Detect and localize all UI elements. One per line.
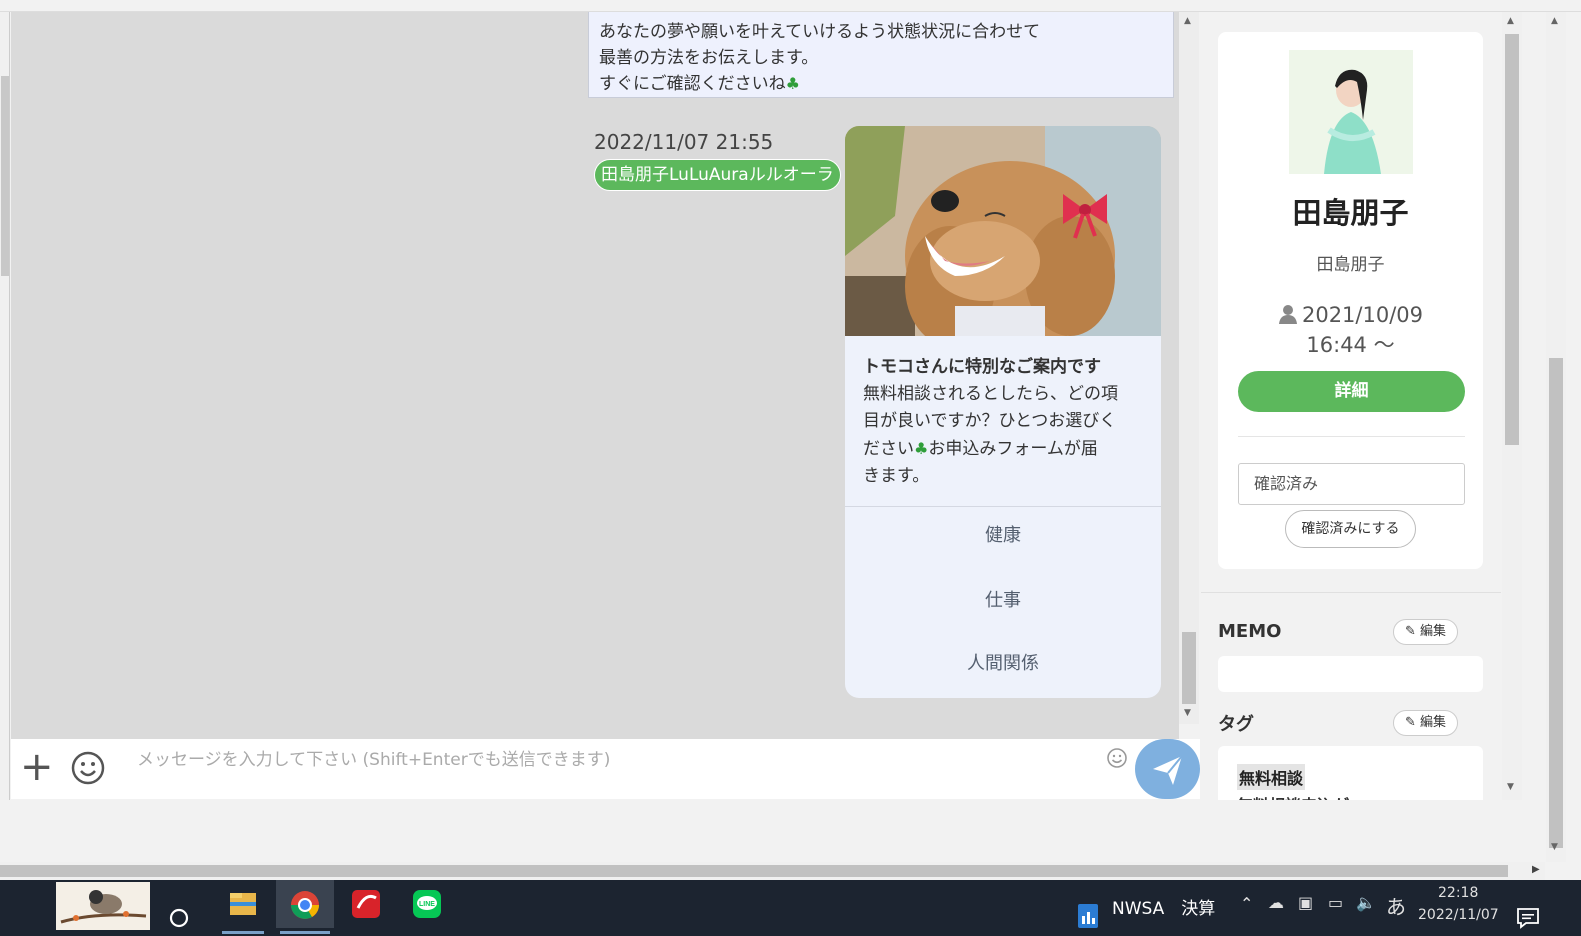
- card-text-line: きます。: [863, 466, 930, 486]
- user-icon: [1278, 305, 1297, 324]
- card-option-work[interactable]: 仕事: [845, 581, 1161, 621]
- memo-box: [1218, 656, 1483, 692]
- avatar: [1289, 50, 1413, 174]
- svg-text:LINE: LINE: [419, 901, 435, 908]
- chrome-icon[interactable]: [276, 880, 334, 934]
- time-value: 16:44 ～: [1306, 333, 1395, 357]
- document-icon[interactable]: [1076, 892, 1100, 936]
- chat-scrollbar-thumb[interactable]: [1182, 632, 1196, 704]
- chat-scrollbar[interactable]: ▲ ▼: [1179, 12, 1199, 724]
- send-icon: [1153, 755, 1183, 785]
- scroll-down-arrow-icon[interactable]: ▼: [1184, 708, 1191, 718]
- clock-time[interactable]: 22:18: [1438, 885, 1478, 901]
- chevron-up-icon[interactable]: ⌃: [1240, 894, 1253, 913]
- card-body: トモコさんに特別なご案内です 無料相談されるとしたら、どの項 目が良いですか？ひ…: [863, 354, 1147, 490]
- notification-icon[interactable]: [1516, 894, 1540, 936]
- memo-edit-button[interactable]: ✎ 編集: [1393, 619, 1458, 645]
- horizontal-scrollbar[interactable]: ▶: [0, 862, 1545, 880]
- scroll-right-arrow-icon[interactable]: ▶: [1532, 864, 1540, 875]
- message-line-text: すぐにご確認くださいね: [599, 74, 786, 94]
- left-scrollbar[interactable]: [0, 12, 10, 800]
- date-value: 2021/10/09: [1301, 303, 1424, 327]
- scroll-down-arrow-icon[interactable]: ▼: [1507, 782, 1514, 792]
- card-text-fragment: ださい: [863, 439, 914, 459]
- taskbar: LINE NWSA 決算 ⌃ ☁ ▣ ▭ 🔈 あ 22:18 2022/11/0…: [0, 880, 1581, 936]
- tag-edit-label: 編集: [1420, 715, 1447, 730]
- scroll-up-arrow-icon[interactable]: ▲: [1551, 16, 1558, 26]
- rich-message-card: トモコさんに特別なご案内です 無料相談されるとしたら、どの項 目が良いですか？ひ…: [845, 126, 1161, 698]
- message-line: あなたの夢や願いを叶えていけるよう状態状況に合わせて: [599, 22, 1041, 42]
- bird-wallpaper-icon[interactable]: [56, 882, 150, 930]
- profile-sub-name: 田島朋子: [1316, 255, 1385, 275]
- edit-icon: ✎: [1404, 715, 1416, 730]
- memo-label: MEMO: [1218, 621, 1282, 642]
- page-scrollbar[interactable]: ▲ ▼: [1546, 12, 1566, 862]
- card-divider: [845, 506, 1161, 507]
- profile-display-name: 田島朋子: [1292, 196, 1409, 230]
- clover-icon: ♣: [785, 74, 801, 93]
- memo-edit-label: 編集: [1420, 624, 1447, 639]
- edit-icon: ✎: [1404, 624, 1416, 639]
- emoji-icon[interactable]: [71, 751, 105, 785]
- tag-chip[interactable]: 無料相談申込が: [1237, 792, 1349, 800]
- card-title: トモコさんに特別なご案内です: [863, 357, 1101, 377]
- line-app-icon[interactable]: LINE: [405, 880, 449, 928]
- clover-icon: ♣: [914, 439, 929, 458]
- message-line: 最善の方法をお伝えします。: [599, 48, 819, 68]
- cortana-icon[interactable]: [168, 894, 190, 936]
- clock-date[interactable]: 2022/11/07: [1418, 907, 1499, 923]
- sidebar-scrollbar[interactable]: ▲ ▼: [1502, 12, 1522, 800]
- scroll-up-arrow-icon[interactable]: ▲: [1184, 16, 1191, 26]
- network-icon[interactable]: ▣: [1298, 893, 1313, 912]
- divider: [1238, 436, 1465, 437]
- window-top-strip: [0, 0, 1581, 12]
- file-explorer-icon[interactable]: [218, 880, 268, 934]
- message-composer: + メッセージを入力して下さい (Shift+Enterでも送信できます): [11, 739, 1200, 799]
- card-image-poodle: [845, 126, 1161, 336]
- profile-registered-date: 2021/10/09 16:44 ～: [1218, 300, 1483, 360]
- sender-name-badge: 田島朋子LuLuAuraルルオーラ: [594, 159, 841, 191]
- card-text-line: 無料相談されるとしたら、どの項: [863, 384, 1118, 404]
- plus-icon[interactable]: +: [20, 747, 54, 787]
- profile-card: 田島朋子 田島朋子 2021/10/09 16:44 ～ 詳細 確認済み 確認済…: [1218, 32, 1483, 569]
- divider: [1201, 592, 1501, 593]
- sticker-icon[interactable]: [1106, 747, 1128, 769]
- antivirus-icon[interactable]: [344, 880, 388, 928]
- cloud-icon[interactable]: ☁: [1268, 893, 1284, 912]
- volume-icon[interactable]: 🔈: [1356, 893, 1376, 912]
- horizontal-scrollbar-thumb[interactable]: [0, 865, 1508, 877]
- previous-message-bubble: あなたの夢や願いを叶えていけるよう状態状況に合わせて 最善の方法をお伝えします。…: [588, 12, 1174, 98]
- tag-chip[interactable]: 無料相談: [1237, 764, 1306, 790]
- detail-button[interactable]: 詳細: [1238, 371, 1465, 412]
- card-text-line: ださい♣お申込みフォームが届: [863, 435, 1147, 463]
- page-scrollbar-thumb[interactable]: [1549, 358, 1563, 848]
- ime-indicator[interactable]: あ: [1386, 891, 1406, 920]
- scroll-up-arrow-icon[interactable]: ▲: [1507, 16, 1514, 26]
- card-text-fragment: お申込みフォームが届: [928, 439, 1098, 459]
- message-input-placeholder: メッセージを入力して下さい (Shift+Enterでも送信できます): [137, 750, 611, 770]
- left-scrollbar-thumb[interactable]: [1, 76, 9, 276]
- chat-timeline: あなたの夢や願いを叶えていけるよう状態状況に合わせて 最善の方法をお伝えします。…: [11, 12, 1179, 739]
- taskbar-document-name[interactable]: NWSA 決算: [1112, 894, 1215, 919]
- tag-edit-button[interactable]: ✎ 編集: [1393, 710, 1458, 736]
- card-option-health[interactable]: 健康: [845, 516, 1161, 556]
- battery-icon[interactable]: ▭: [1328, 893, 1343, 912]
- message-timestamp: 2022/11/07 21:55: [594, 130, 774, 154]
- tag-label: タグ: [1218, 714, 1254, 735]
- tag-list: 無料相談 無料相談申込が: [1218, 746, 1483, 800]
- card-text-line: 目が良いですか？ひとつお選びく: [863, 411, 1117, 431]
- mark-confirmed-button[interactable]: 確認済みにする: [1285, 510, 1416, 548]
- contact-sidebar: 田島朋子 田島朋子 2021/10/09 16:44 ～ 詳細 確認済み 確認済…: [1201, 12, 1501, 800]
- message-line: すぐにご確認くださいね♣: [599, 71, 1163, 97]
- active-indicator: [222, 931, 264, 934]
- send-button[interactable]: [1135, 739, 1200, 799]
- date-line: 2021/10/09: [1218, 300, 1483, 330]
- scroll-down-arrow-icon[interactable]: ▼: [1551, 842, 1558, 852]
- app-window: あなたの夢や願いを叶えていけるよう状態状況に合わせて 最善の方法をお伝えします。…: [0, 0, 1581, 936]
- active-indicator: [280, 931, 330, 934]
- card-option-relationships[interactable]: 人間関係: [845, 644, 1161, 684]
- status-field[interactable]: 確認済み: [1238, 463, 1465, 505]
- sidebar-scrollbar-thumb[interactable]: [1505, 34, 1519, 445]
